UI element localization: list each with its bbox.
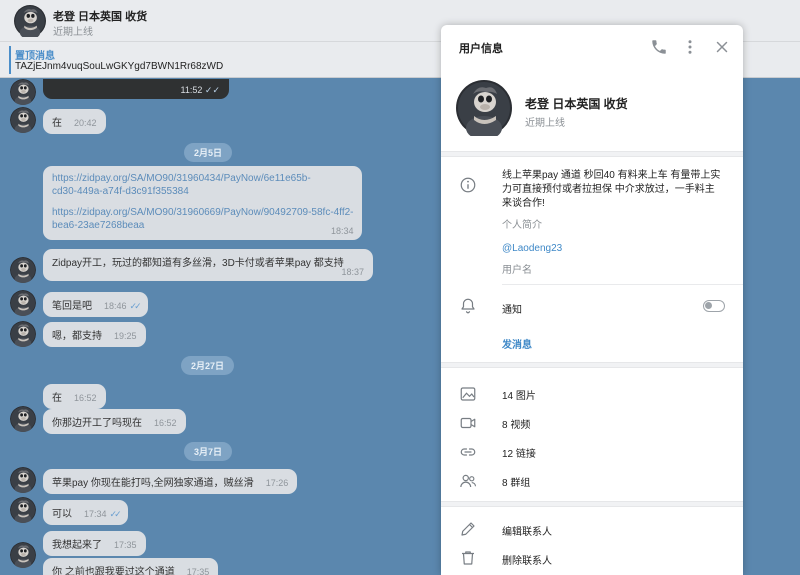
message-text: 嗯，都支持: [52, 331, 102, 342]
avatar[interactable]: [10, 321, 36, 347]
message-time: 18:34: [330, 226, 354, 236]
message-bubble[interactable]: 在 20:42: [43, 109, 106, 134]
bio-line: 来谈合作!: [502, 198, 545, 209]
phone-icon[interactable]: [650, 38, 668, 56]
message-text: 可以: [52, 509, 72, 520]
message-text: Zidpay开工，玩过的都知道有多丝滑，3D卡付或者苹果pay 都支持: [52, 258, 344, 269]
message-time: 18:37: [341, 267, 364, 277]
message-text: 在: [52, 393, 62, 404]
bell-icon: [461, 298, 475, 314]
message-text: 在: [52, 118, 62, 129]
close-icon[interactable]: [713, 38, 731, 56]
media-groups[interactable]: 8 群组: [502, 474, 530, 489]
toggle-knob: [705, 302, 712, 309]
message-bubble[interactable]: 苹果pay 你现在能打吗,全网独家通道，贼丝滑 17:26: [43, 469, 298, 494]
trash-icon: [462, 551, 474, 565]
image-message[interactable]: 11:52 ✓✓: [43, 79, 229, 99]
info-icon: [460, 177, 476, 193]
media-links[interactable]: 12 链接: [502, 445, 536, 460]
username-label: 用户名: [502, 265, 532, 276]
message-bubble[interactable]: 嗯，都支持 19:25: [43, 322, 146, 347]
avatar[interactable]: [10, 497, 36, 523]
pinned-title: 置顶消息: [15, 51, 55, 62]
message-time: 20:42: [74, 118, 97, 128]
chat-status: 近期上线: [53, 27, 93, 38]
message-time: 16:52: [154, 418, 177, 428]
media-photos[interactable]: 14 图片: [502, 387, 536, 402]
media-videos[interactable]: 8 视频: [502, 416, 530, 431]
delete-contact-button[interactable]: 删除联系人: [502, 552, 552, 567]
message-text: 你那边开工了吗现在: [52, 418, 142, 429]
link-icon: [460, 448, 476, 456]
message-link[interactable]: cd30-449a-a74f-d3c91f355384: [52, 185, 353, 198]
profile-name: 老登 日本英国 收货: [525, 97, 628, 111]
avatar[interactable]: [10, 467, 36, 493]
image-icon: [460, 387, 476, 401]
message-link[interactable]: https://zidpay.org/SA/MO90/31960669/PayN…: [52, 206, 353, 219]
pencil-icon: [461, 522, 475, 536]
pinned-text: TAZjEJnm4vuqSouLwGKYgd7BWN1Rr68zWD: [15, 61, 224, 72]
bio-text[interactable]: 线上苹果pay 通道 秒回40 有料来上车 有量带上实 力可直接预付或者拉担保 …: [502, 169, 727, 211]
message-time: 18:46: [104, 301, 127, 311]
profile-avatar[interactable]: [456, 80, 512, 136]
panel-title: 用户信息: [459, 43, 503, 55]
username-link[interactable]: @Laodeng23: [502, 243, 562, 254]
message-bubble[interactable]: https://zidpay.org/SA/MO90/31960434/PayN…: [43, 166, 363, 240]
divider: [502, 284, 743, 285]
message-text: 我想起来了: [52, 540, 102, 551]
message-bubble[interactable]: 在 16:52: [43, 384, 106, 409]
message-bubble[interactable]: Zidpay开工，玩过的都知道有多丝滑，3D卡付或者苹果pay 都支持 18:37: [43, 249, 373, 281]
notifications-toggle[interactable]: [703, 300, 725, 312]
user-info-panel: 用户信息 老登 日本英国 收货 近期上线 线上苹果pay 通道 秒回40 有料来…: [441, 25, 743, 575]
divider: [441, 151, 743, 157]
read-checks-icon: ✓✓: [129, 301, 142, 311]
message-bubble[interactable]: 你那边开工了吗现在 16:52: [43, 409, 186, 434]
video-icon: [460, 417, 476, 429]
message-time: 17:35: [114, 540, 137, 550]
message-bubble[interactable]: 我想起来了 17:35: [43, 531, 146, 556]
bio-line: 力可直接预付或者拉担保 中介求放过，一手料主: [502, 184, 715, 195]
message-link[interactable]: https://zidpay.org/SA/MO90/31960434/PayN…: [52, 172, 353, 185]
avatar[interactable]: [10, 542, 36, 568]
profile-section: 老登 日本英国 收货 近期上线: [441, 69, 743, 151]
chat-avatar[interactable]: [14, 5, 46, 37]
message-text: 笔回是吧: [52, 301, 92, 312]
pinned-bar: [9, 46, 11, 74]
panel-header: 用户信息: [441, 25, 743, 69]
message-bubble[interactable]: 你 之前也跟我要过这个通道 17:35: [43, 558, 219, 575]
send-message-button[interactable]: 发消息: [502, 336, 532, 351]
date-separator: 3月7日: [184, 442, 233, 461]
message-text: 苹果pay 你现在能打吗,全网独家通道，贼丝滑: [52, 478, 254, 489]
read-checks-icon: ✓✓: [109, 509, 122, 519]
message-time: 17:34: [84, 509, 107, 519]
profile-status: 近期上线: [525, 118, 565, 129]
message-time: 19:25: [114, 331, 137, 341]
avatar[interactable]: [10, 79, 36, 105]
message-time: 11:52 ✓✓: [180, 85, 220, 95]
avatar[interactable]: [10, 290, 36, 316]
date-separator: 2月27日: [181, 356, 235, 375]
avatar[interactable]: [10, 257, 36, 283]
message-time: 17:35: [186, 567, 210, 575]
edit-contact-button[interactable]: 编辑联系人: [502, 523, 552, 538]
message-bubble[interactable]: 可以 17:34 ✓✓: [43, 500, 128, 525]
date-separator: 2月5日: [184, 143, 233, 162]
bio-line: 线上苹果pay 通道 秒回40 有料来上车 有量带上实: [502, 170, 721, 181]
avatar[interactable]: [10, 406, 36, 432]
message-link[interactable]: bea6-23ae7268beaa: [52, 219, 353, 232]
notifications-label: 通知: [502, 305, 522, 316]
divider: [441, 501, 743, 507]
bio-label: 个人简介: [502, 220, 542, 231]
message-bubble[interactable]: 笔回是吧 18:46 ✓✓: [43, 292, 148, 317]
message-list[interactable]: 11:52 ✓✓ 在 20:42 2月5日 https://zidpay.org/…: [0, 79, 440, 575]
divider: [441, 362, 743, 368]
avatar[interactable]: [10, 107, 36, 133]
message-time: 17:26: [265, 478, 289, 488]
more-icon[interactable]: [681, 38, 699, 56]
message-text: 你 之前也跟我要过这个通道: [52, 567, 175, 575]
group-icon: [460, 474, 477, 488]
chat-title[interactable]: 老登 日本英国 收货: [53, 8, 147, 24]
message-time: 16:52: [74, 393, 97, 403]
